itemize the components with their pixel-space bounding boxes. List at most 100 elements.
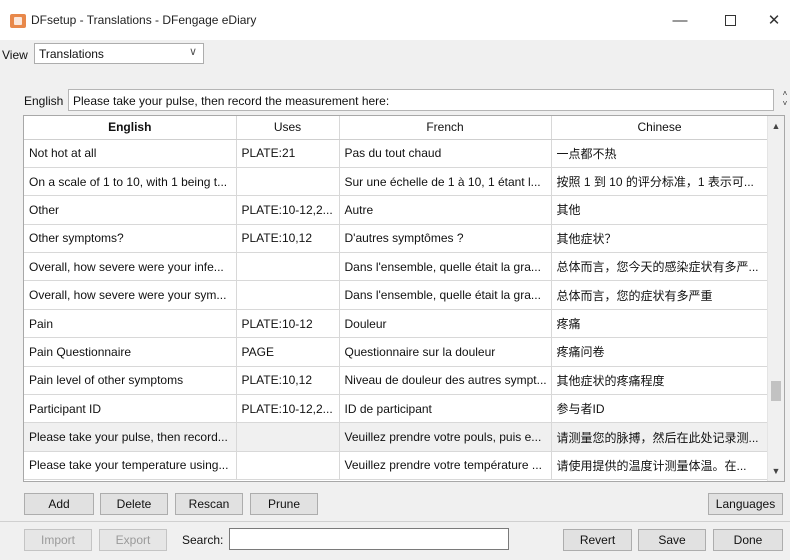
translation-text-field[interactable]: Please take your pulse, then record the …	[68, 89, 774, 111]
table-row-selected[interactable]: Please take your pulse, then record... V…	[24, 422, 769, 452]
spin-down-icon[interactable]: ˅	[778, 99, 790, 109]
table-cell[interactable]: Niveau de douleur des autres sympt...	[339, 366, 552, 396]
table-cell[interactable]: ID de participant	[339, 394, 552, 424]
done-button[interactable]: Done	[713, 529, 783, 551]
table-cell[interactable]: 总体而言，您的症状有多严重	[551, 280, 769, 310]
languages-button[interactable]: Languages	[708, 493, 783, 515]
divider	[0, 521, 790, 522]
table-cell[interactable]: PAGE	[236, 337, 340, 367]
maximize-button[interactable]	[712, 8, 748, 34]
table-row[interactable]: Pain Questionnaire PAGE Questionnaire su…	[24, 337, 769, 367]
table-cell[interactable]: Other symptoms?	[24, 224, 237, 254]
view-select-value: Translations	[39, 47, 104, 61]
table-row[interactable]: Pain PLATE:10-12 Douleur 疼痛	[24, 309, 769, 339]
translations-table: English Uses French Chinese Not hot at a…	[23, 115, 785, 482]
table-cell[interactable]: Autre	[339, 195, 552, 225]
table-cell[interactable]: Pas du tout chaud	[339, 139, 552, 168]
table-row[interactable]: Other symptoms? PLATE:10,12 D'autres sym…	[24, 224, 769, 254]
table-cell[interactable]: Other	[24, 195, 237, 225]
table-cell[interactable]: Pain	[24, 309, 237, 339]
minimize-button[interactable]: —	[662, 8, 698, 34]
table-cell[interactable]: Dans l'ensemble, quelle était la gra...	[339, 280, 552, 310]
table-row[interactable]: Pain level of other symptoms PLATE:10,12…	[24, 366, 769, 396]
table-cell[interactable]: Please take your temperature using...	[24, 451, 237, 481]
table-cell[interactable]: Veuillez prendre votre pouls, puis e...	[339, 422, 552, 452]
table-header-row: English Uses French Chinese	[24, 116, 769, 140]
close-button[interactable]: ✕	[756, 8, 790, 34]
translation-editor-row: English Please take your pulse, then rec…	[24, 89, 787, 111]
table-row[interactable]: Overall, how severe were your infe... Da…	[24, 252, 769, 282]
spin-up-icon[interactable]: ˄	[778, 89, 790, 99]
delete-button[interactable]: Delete	[100, 493, 168, 515]
table-row[interactable]: Not hot at all PLATE:21 Pas du tout chau…	[24, 139, 769, 168]
table-cell[interactable]: 其他症状的疼痛程度	[551, 366, 769, 396]
table-cell[interactable]: 按照 1 到 10 的评分标准，1 表示可...	[551, 167, 769, 197]
table-cell[interactable]: Douleur	[339, 309, 552, 339]
table-row[interactable]: On a scale of 1 to 10, with 1 being t...…	[24, 167, 769, 197]
view-bar: View Translations ∨	[0, 40, 790, 68]
save-button[interactable]: Save	[638, 529, 706, 551]
scrollbar-thumb[interactable]	[771, 381, 781, 401]
spin-buttons[interactable]: ˄ ˅	[778, 89, 790, 111]
table-cell[interactable]	[236, 280, 340, 310]
scroll-down-icon[interactable]: ▼	[768, 463, 784, 479]
table-vertical-scrollbar[interactable]: ▲ ▼	[767, 116, 784, 481]
table-cell[interactable]: D'autres symptômes ?	[339, 224, 552, 254]
chevron-down-icon: ∨	[188, 46, 197, 58]
table-cell[interactable]: Sur une échelle de 1 à 10, 1 étant l...	[339, 167, 552, 197]
table-cell[interactable]	[236, 252, 340, 282]
search-label: Search:	[182, 533, 224, 547]
table-cell[interactable]: On a scale of 1 to 10, with 1 being t...	[24, 167, 237, 197]
table-cell[interactable]: Pain level of other symptoms	[24, 366, 237, 396]
prune-button[interactable]: Prune	[250, 493, 318, 515]
editor-language-label: English	[24, 94, 64, 108]
revert-button[interactable]: Revert	[563, 529, 632, 551]
table-row[interactable]: Overall, how severe were your sym... Dan…	[24, 280, 769, 310]
table-cell[interactable]: 请测量您的脉搏，然后在此处记录测...	[551, 422, 769, 452]
table-cell[interactable]: Overall, how severe were your sym...	[24, 280, 237, 310]
table-cell[interactable]	[236, 422, 340, 452]
table-cell[interactable]: PLATE:21	[236, 139, 340, 168]
view-select[interactable]: Translations ∨	[34, 43, 204, 64]
view-label: View	[2, 48, 28, 62]
table-cell[interactable]: PLATE:10-12	[236, 309, 340, 339]
table-cell[interactable]: Not hot at all	[24, 139, 237, 168]
table-row[interactable]: Please take your temperature using... Ve…	[24, 451, 769, 481]
table-cell[interactable]: 参与者ID	[551, 394, 769, 424]
table-cell[interactable]: PLATE:10-12,2...	[236, 195, 340, 225]
table-cell[interactable]: 请使用提供的温度计测量体温。在...	[551, 451, 769, 481]
table-cell[interactable]: 其他症状？	[551, 224, 769, 254]
scroll-up-icon[interactable]: ▲	[768, 118, 784, 134]
table-cell[interactable]: Pain Questionnaire	[24, 337, 237, 367]
table-cell[interactable]: Dans l'ensemble, quelle était la gra...	[339, 252, 552, 282]
column-header-english[interactable]: English	[24, 116, 237, 140]
column-header-uses[interactable]: Uses	[236, 116, 340, 140]
table-row[interactable]: Participant ID PLATE:10-12,2... ID de pa…	[24, 394, 769, 424]
table-cell[interactable]: 一点都不热	[551, 139, 769, 168]
table-cell[interactable]: 疼痛问卷	[551, 337, 769, 367]
rescan-button[interactable]: Rescan	[175, 493, 243, 515]
table-cell[interactable]: Please take your pulse, then record...	[24, 422, 237, 452]
table-cell[interactable]: Overall, how severe were your infe...	[24, 252, 237, 282]
table-cell[interactable]: Participant ID	[24, 394, 237, 424]
import-button[interactable]: Import	[24, 529, 92, 551]
table-row[interactable]: Other PLATE:10-12,2... Autre 其他	[24, 195, 769, 225]
table-cell[interactable]	[236, 451, 340, 481]
table-cell[interactable]: PLATE:10,12	[236, 224, 340, 254]
maximize-icon	[724, 15, 736, 26]
table-cell[interactable]: Veuillez prendre votre température ...	[339, 451, 552, 481]
table-cell[interactable]	[236, 167, 340, 197]
app-icon	[10, 14, 26, 28]
table-cell[interactable]: 其他	[551, 195, 769, 225]
table-cell[interactable]: PLATE:10-12,2...	[236, 394, 340, 424]
table-cell[interactable]: 疼痛	[551, 309, 769, 339]
export-button[interactable]: Export	[99, 529, 167, 551]
table-cell[interactable]: PLATE:10,12	[236, 366, 340, 396]
search-input[interactable]	[229, 528, 509, 550]
table-cell[interactable]: 总体而言，您今天的感染症状有多严...	[551, 252, 769, 282]
table-cell[interactable]: Questionnaire sur la douleur	[339, 337, 552, 367]
add-button[interactable]: Add	[24, 493, 94, 515]
column-header-french[interactable]: French	[339, 116, 552, 140]
window-title: DFsetup - Translations - DFengage eDiary	[31, 13, 257, 27]
column-header-chinese[interactable]: Chinese	[551, 116, 769, 140]
